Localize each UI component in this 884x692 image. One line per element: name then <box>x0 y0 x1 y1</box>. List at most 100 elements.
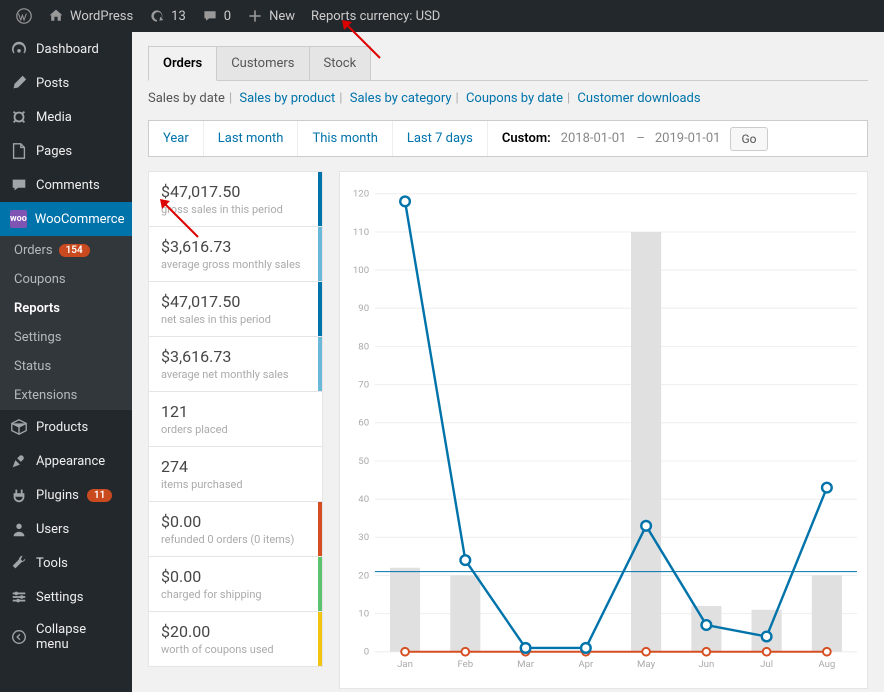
stat-card[interactable]: $0.00 charged for shipping <box>148 557 323 612</box>
svg-text:Apr: Apr <box>578 659 594 670</box>
sidebar-item-users[interactable]: Users <box>0 512 132 546</box>
stat-card[interactable]: $3,616.73average net monthly sales <box>148 337 323 392</box>
svg-text:70: 70 <box>358 379 369 390</box>
sidebar-label: Settings <box>36 590 83 605</box>
range-year[interactable]: Year <box>149 121 204 156</box>
wp-logo[interactable] <box>8 8 40 24</box>
woo-icon: woo <box>10 210 27 228</box>
comments-count: 0 <box>224 9 231 24</box>
tab-orders[interactable]: Orders <box>148 46 217 81</box>
svg-text:120: 120 <box>353 189 369 200</box>
svg-text:May: May <box>637 659 656 670</box>
filter-customer-downloads[interactable]: Customer downloads <box>577 91 700 106</box>
sidebar-label: Users <box>36 522 69 537</box>
submenu-coupons[interactable]: Coupons <box>0 265 132 294</box>
stats-column: $47,017.50gross sales in this period$3,6… <box>148 171 323 689</box>
sales-chart: 0102030405060708090100110120JanFebMarApr… <box>339 171 868 689</box>
sidebar-item-woocommerce[interactable]: woo WooCommerce <box>0 202 132 236</box>
stat-value: $47,017.50 <box>161 292 310 311</box>
sidebar-item-products[interactable]: Products <box>0 410 132 444</box>
svg-text:50: 50 <box>358 456 369 467</box>
filter-coupons-by-date[interactable]: Coupons by date <box>466 91 563 106</box>
site-home[interactable]: WordPress <box>40 8 141 24</box>
svg-text:90: 90 <box>358 303 369 314</box>
range-this-month[interactable]: This month <box>298 121 392 156</box>
svg-text:40: 40 <box>358 494 369 505</box>
stat-value: $3,616.73 <box>161 347 310 366</box>
stat-value: $0.00 <box>161 567 310 586</box>
stat-label: orders placed <box>161 423 310 436</box>
stat-label: items purchased <box>161 478 310 491</box>
svg-text:100: 100 <box>353 265 369 276</box>
stat-card[interactable]: $20.00worth of coupons used <box>148 612 323 667</box>
stat-label: net sales in this period <box>161 313 310 326</box>
updates-count: 13 <box>171 9 186 24</box>
sidebar-item-dashboard[interactable]: Dashboard <box>0 32 132 66</box>
submenu-extensions[interactable]: Extensions <box>0 381 132 410</box>
report-tabs: Orders Customers Stock <box>148 46 868 81</box>
sidebar-label: Pages <box>36 144 72 159</box>
stat-label: charged for shipping <box>161 588 310 601</box>
stat-card[interactable]: $47,017.50 net sales in this period <box>148 282 323 337</box>
new-link[interactable]: New <box>239 8 303 24</box>
sidebar-item-tools[interactable]: Tools <box>0 546 132 580</box>
date-to[interactable]: 2019-01-01 <box>655 131 721 146</box>
comments-link[interactable]: 0 <box>194 8 239 24</box>
submenu-settings[interactable]: Settings <box>0 323 132 352</box>
sidebar-item-plugins[interactable]: Plugins11 <box>0 478 132 512</box>
woo-submenu: Orders 154 Coupons Reports Settings Statu… <box>0 236 132 410</box>
svg-text:10: 10 <box>358 608 369 619</box>
range-last-month[interactable]: Last month <box>204 121 299 156</box>
date-range-nav: Year Last month This month Last 7 days C… <box>148 120 868 157</box>
svg-text:20: 20 <box>358 570 369 581</box>
date-from[interactable]: 2018-01-01 <box>561 131 627 146</box>
stat-label: average gross monthly sales <box>161 258 310 271</box>
site-name: WordPress <box>70 9 133 24</box>
range-last-7-days[interactable]: Last 7 days <box>393 121 488 156</box>
submenu-status[interactable]: Status <box>0 352 132 381</box>
stat-card[interactable]: 121 orders placed <box>148 392 323 447</box>
sidebar-label: Collapse menu <box>36 622 122 652</box>
svg-text:Feb: Feb <box>457 659 473 670</box>
sidebar-item-pages[interactable]: Pages <box>0 134 132 168</box>
report-filters: Sales by date| Sales by product| Sales b… <box>148 91 868 106</box>
submenu-label: Orders <box>14 243 53 258</box>
sidebar-label: Tools <box>36 556 68 571</box>
stat-card[interactable]: $0.00 refunded 0 orders (0 items) <box>148 502 323 557</box>
submenu-reports[interactable]: Reports <box>0 294 132 323</box>
admin-topbar: WordPress 13 0 New Reports currency: USD <box>0 0 884 32</box>
svg-text:110: 110 <box>353 227 369 238</box>
submenu-orders[interactable]: Orders 154 <box>0 236 132 265</box>
tab-customers[interactable]: Customers <box>216 46 309 80</box>
svg-text:Aug: Aug <box>818 659 835 670</box>
chart-svg: 0102030405060708090100110120JanFebMarApr… <box>346 182 857 678</box>
sidebar-label: WooCommerce <box>35 212 125 227</box>
sidebar-item-posts[interactable]: Posts <box>0 66 132 100</box>
custom-label: Custom: <box>502 131 551 146</box>
sidebar-item-settings[interactable]: Settings <box>0 580 132 614</box>
stat-card[interactable]: 274 items purchased <box>148 447 323 502</box>
sidebar-label: Products <box>36 420 88 435</box>
collapse-menu[interactable]: Collapse menu <box>0 614 132 660</box>
svg-text:Jul: Jul <box>760 659 773 670</box>
plugins-badge: 11 <box>87 489 112 502</box>
stat-value: 274 <box>161 457 310 476</box>
stat-label: refunded 0 orders (0 items) <box>161 533 310 546</box>
updates-link[interactable]: 13 <box>141 8 194 24</box>
sidebar-item-appearance[interactable]: Appearance <box>0 444 132 478</box>
svg-text:Mar: Mar <box>517 659 535 670</box>
svg-text:Jun: Jun <box>698 659 714 670</box>
stat-label: worth of coupons used <box>161 643 310 656</box>
main-content: Orders Customers Stock Sales by date| Sa… <box>132 32 884 692</box>
go-button[interactable]: Go <box>730 127 767 151</box>
orders-badge: 154 <box>59 244 90 257</box>
annotation-arrow <box>340 18 390 68</box>
sidebar-item-comments[interactable]: Comments <box>0 168 132 202</box>
filter-sales-by-category[interactable]: Sales by category <box>350 91 452 106</box>
stat-value: 121 <box>161 402 310 421</box>
sidebar-item-media[interactable]: Media <box>0 100 132 134</box>
sidebar-label: Posts <box>36 76 69 91</box>
stat-value: $0.00 <box>161 512 310 531</box>
filter-sales-by-product[interactable]: Sales by product <box>239 91 335 106</box>
annotation-arrow <box>158 197 208 247</box>
